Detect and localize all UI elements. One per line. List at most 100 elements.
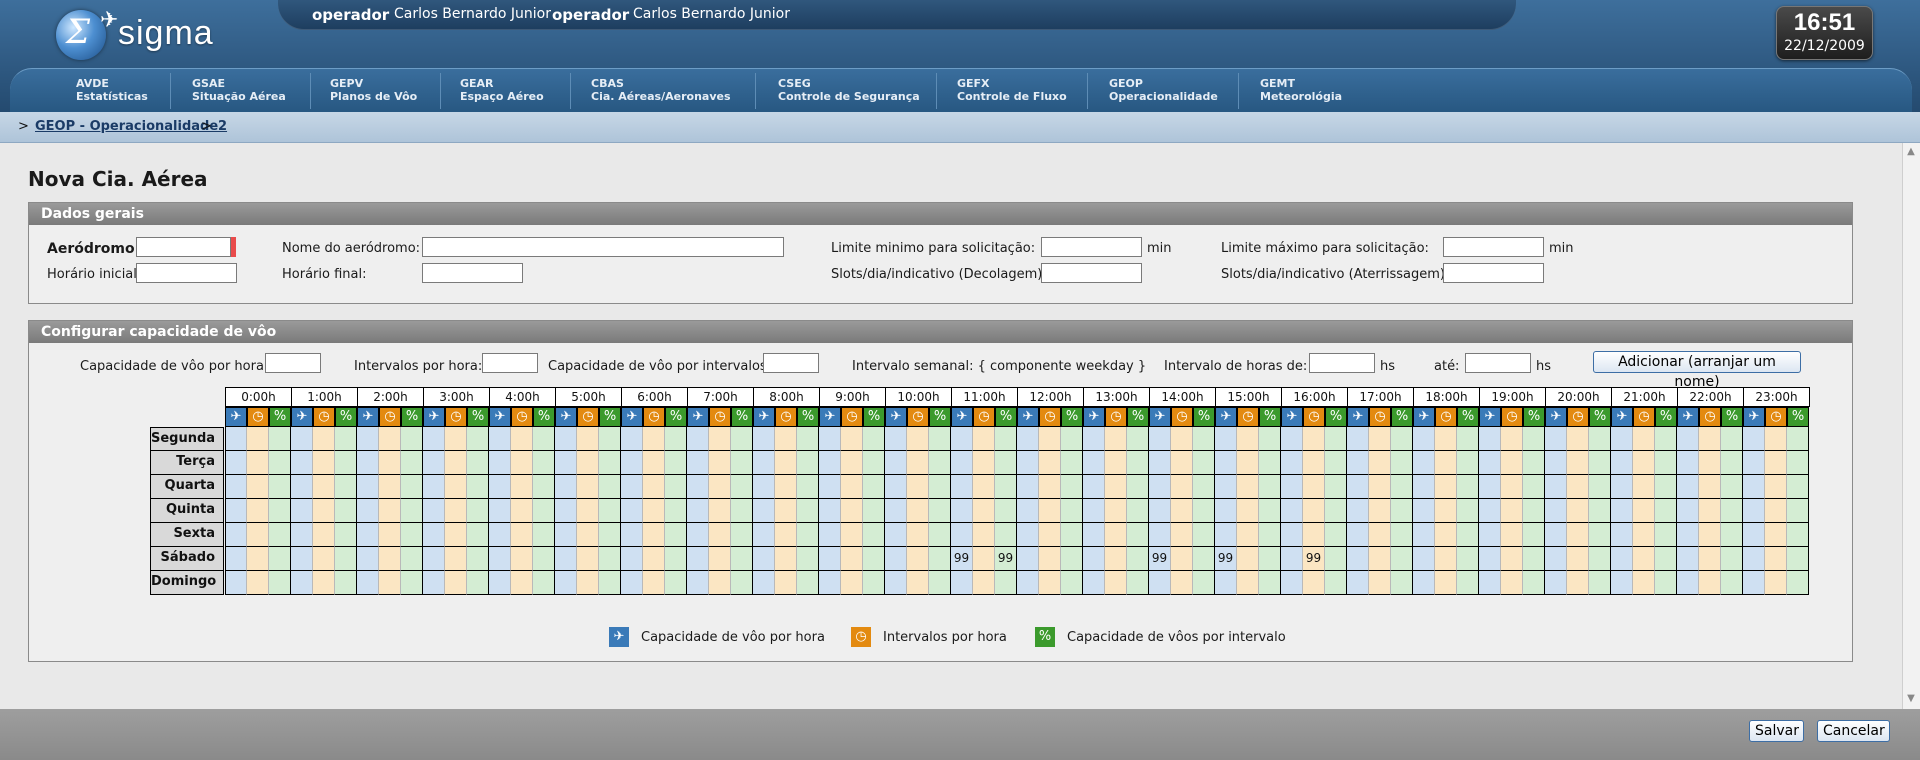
grid-cell[interactable] [775, 451, 797, 475]
grid-cell[interactable] [841, 571, 863, 595]
grid-cell[interactable] [1039, 499, 1061, 523]
grid-cell[interactable] [1479, 427, 1501, 451]
grid-cell[interactable] [907, 499, 929, 523]
grid-cell[interactable] [1281, 571, 1303, 595]
grid-cell[interactable] [1699, 499, 1721, 523]
grid-cell[interactable] [577, 547, 599, 571]
grid-cell[interactable] [775, 475, 797, 499]
grid-cell[interactable] [885, 571, 907, 595]
grid-cell[interactable] [1149, 571, 1171, 595]
grid-cell[interactable] [863, 571, 885, 595]
grid-cell[interactable] [995, 499, 1017, 523]
grid-cell[interactable] [973, 475, 995, 499]
grid-cell[interactable] [269, 451, 291, 475]
grid-cell[interactable] [1325, 523, 1347, 547]
grid-cell[interactable] [1787, 451, 1809, 475]
grid-cell[interactable] [1677, 427, 1699, 451]
grid-cell[interactable] [1347, 547, 1369, 571]
grid-cell[interactable] [555, 523, 577, 547]
grid-cell[interactable] [1303, 571, 1325, 595]
grid-cell[interactable] [1457, 451, 1479, 475]
grid-cell[interactable] [379, 523, 401, 547]
grid-cell[interactable] [1523, 499, 1545, 523]
grid-cell[interactable]: 99 [1149, 547, 1171, 571]
grid-cell[interactable] [1501, 475, 1523, 499]
grid-cell[interactable] [1457, 475, 1479, 499]
grid-cell[interactable] [621, 475, 643, 499]
grid-cell[interactable]: 99 [995, 547, 1017, 571]
cap-hora-input[interactable] [265, 353, 321, 373]
grid-cell[interactable] [819, 523, 841, 547]
grid-cell[interactable] [401, 547, 423, 571]
grid-cell[interactable] [863, 451, 885, 475]
grid-cell[interactable] [1193, 475, 1215, 499]
grid-cell[interactable] [643, 523, 665, 547]
grid-cell[interactable] [1721, 547, 1743, 571]
grid-cell[interactable] [1435, 499, 1457, 523]
grid-cell[interactable] [577, 427, 599, 451]
grid-cell[interactable] [1677, 523, 1699, 547]
grid-cell[interactable] [1215, 523, 1237, 547]
grid-cell[interactable] [841, 451, 863, 475]
grid-cell[interactable] [423, 427, 445, 451]
grid-cell[interactable] [1149, 523, 1171, 547]
grid-cell[interactable] [1435, 451, 1457, 475]
grid-cell[interactable] [1149, 451, 1171, 475]
nome-aerodromo-input[interactable] [422, 237, 784, 257]
grid-cell[interactable] [1589, 523, 1611, 547]
grid-cell[interactable] [1743, 523, 1765, 547]
grid-cell[interactable] [1215, 499, 1237, 523]
grid-cell[interactable] [1369, 523, 1391, 547]
grid-cell[interactable] [1655, 475, 1677, 499]
grid-cell[interactable] [1369, 475, 1391, 499]
grid-cell[interactable] [1655, 451, 1677, 475]
grid-cell[interactable] [1413, 523, 1435, 547]
grid-cell[interactable] [665, 571, 687, 595]
grid-cell[interactable] [753, 475, 775, 499]
grid-cell[interactable] [1677, 547, 1699, 571]
grid-cell[interactable] [1369, 499, 1391, 523]
grid-cell[interactable] [1105, 451, 1127, 475]
grid-cell[interactable] [973, 427, 995, 451]
grid-cell[interactable] [489, 547, 511, 571]
grid-cell[interactable] [1611, 547, 1633, 571]
grid-cell[interactable] [1237, 523, 1259, 547]
grid-cell[interactable] [1215, 475, 1237, 499]
grid-cell[interactable] [1347, 427, 1369, 451]
grid-cell[interactable] [863, 523, 885, 547]
aerodromo-input[interactable] [136, 237, 231, 257]
grid-cell[interactable] [1127, 427, 1149, 451]
grid-cell[interactable] [1017, 523, 1039, 547]
slots-aterrissagem-input[interactable] [1443, 263, 1544, 283]
grid-cell[interactable] [951, 475, 973, 499]
grid-cell[interactable] [313, 523, 335, 547]
grid-cell[interactable] [1611, 451, 1633, 475]
grid-cell[interactable] [621, 427, 643, 451]
nav-item-gsae[interactable]: GSAE Situação Aérea [192, 77, 286, 103]
grid-cell[interactable] [1369, 571, 1391, 595]
grid-cell[interactable] [247, 475, 269, 499]
grid-cell[interactable] [951, 451, 973, 475]
grid-cell[interactable] [1721, 499, 1743, 523]
horas-ate-input[interactable] [1465, 353, 1531, 373]
grid-cell[interactable] [1259, 571, 1281, 595]
grid-cell[interactable] [907, 523, 929, 547]
grid-cell[interactable] [1765, 547, 1787, 571]
grid-cell[interactable] [1083, 499, 1105, 523]
grid-cell[interactable] [335, 427, 357, 451]
grid-cell[interactable] [841, 547, 863, 571]
grid-cell[interactable] [731, 451, 753, 475]
grid-cell[interactable] [1787, 499, 1809, 523]
grid-cell[interactable] [1127, 571, 1149, 595]
grid-cell[interactable] [423, 571, 445, 595]
grid-cell[interactable] [1567, 571, 1589, 595]
grid-cell[interactable] [1039, 523, 1061, 547]
grid-cell[interactable] [1501, 451, 1523, 475]
grid-cell[interactable] [1281, 451, 1303, 475]
grid-cell[interactable] [1215, 571, 1237, 595]
grid-cell[interactable] [1105, 499, 1127, 523]
grid-cell[interactable] [1567, 427, 1589, 451]
grid-cell[interactable] [1721, 523, 1743, 547]
grid-cell[interactable] [401, 499, 423, 523]
grid-cell[interactable] [423, 451, 445, 475]
